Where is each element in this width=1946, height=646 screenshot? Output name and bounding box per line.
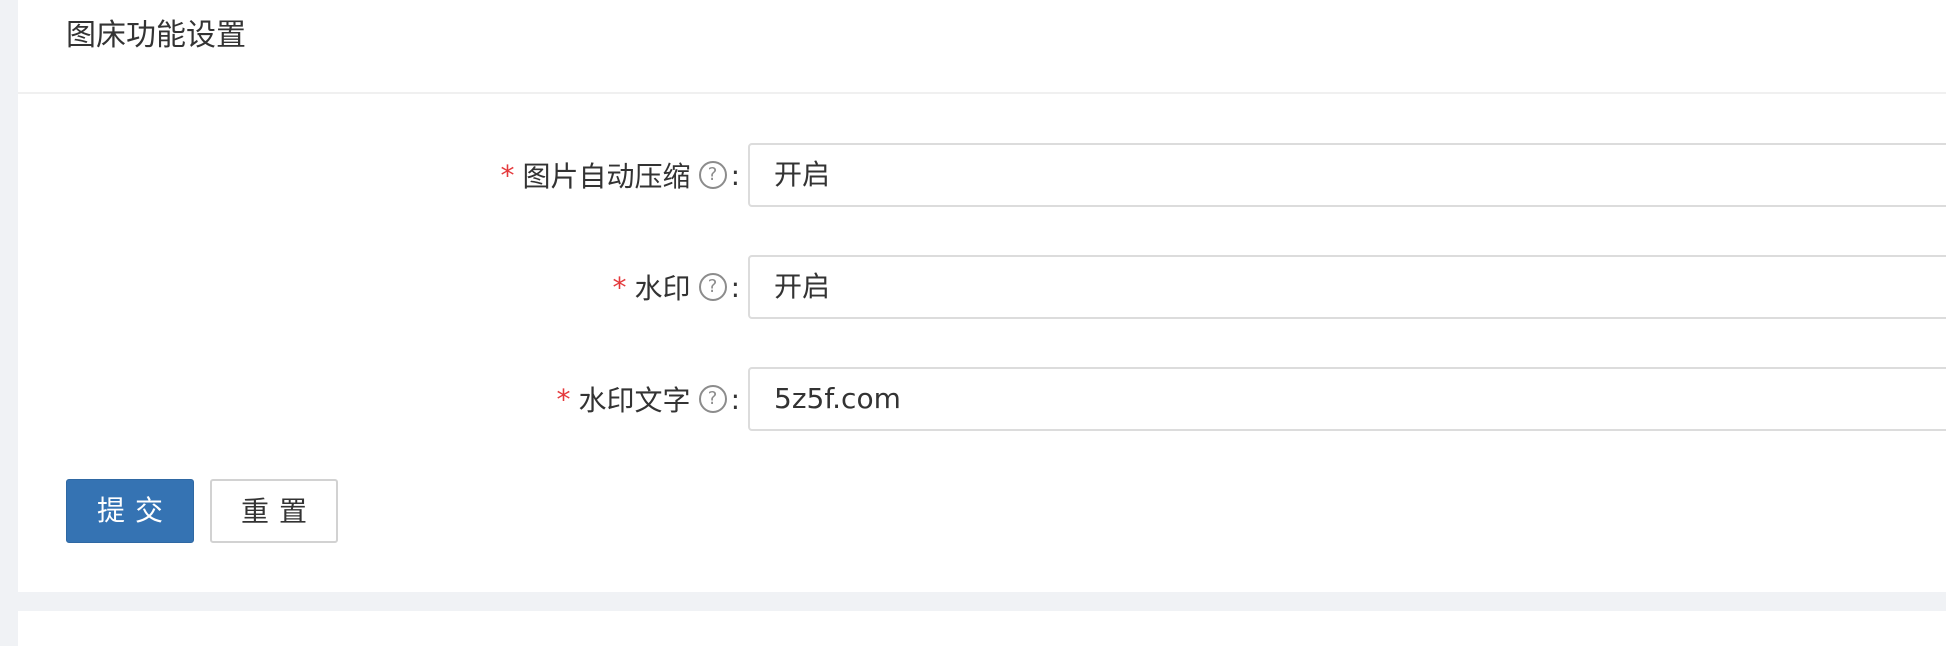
field-label-watermark-text: * 水印文字 ? : (557, 367, 740, 431)
auto-compress-select[interactable]: 开启 (748, 143, 1946, 207)
question-circle-icon[interactable]: ? (698, 273, 727, 301)
page-title: 图床功能设置 (66, 18, 246, 53)
field-label-watermark: * 水印 ? : (613, 255, 740, 319)
field-label-text: 图片自动压缩 (522, 160, 691, 193)
settings-card: 图床功能设置 * 图片自动压缩 ? : 开启 * 水印 ? : 开启 * 水印文… (18, 0, 1946, 592)
label-colon: : (730, 270, 740, 304)
form-row-watermark-text: * 水印文字 ? : 5z5f.com (18, 367, 1946, 431)
form-row-auto-compress: * 图片自动压缩 ? : 开启 (18, 143, 1946, 207)
required-mark: * (612, 270, 627, 304)
submit-button[interactable]: 提交 (66, 479, 194, 543)
card-header: 图床功能设置 (18, 0, 1946, 94)
label-colon: : (730, 158, 740, 192)
watermark-select[interactable]: 开启 (748, 255, 1946, 319)
watermark-text-input[interactable]: 5z5f.com (748, 367, 1946, 431)
field-label-text: 水印文字 (578, 384, 691, 417)
next-card (18, 611, 1946, 646)
question-circle-icon[interactable]: ? (698, 385, 727, 413)
form-row-watermark: * 水印 ? : 开启 (18, 255, 1946, 319)
field-label-text: 水印 (634, 272, 691, 305)
question-circle-icon[interactable]: ? (698, 161, 727, 189)
field-label-auto-compress: * 图片自动压缩 ? : (501, 143, 740, 207)
required-mark: * (500, 158, 515, 192)
reset-button[interactable]: 重置 (210, 479, 338, 543)
required-mark: * (556, 382, 571, 416)
label-colon: : (730, 382, 740, 416)
